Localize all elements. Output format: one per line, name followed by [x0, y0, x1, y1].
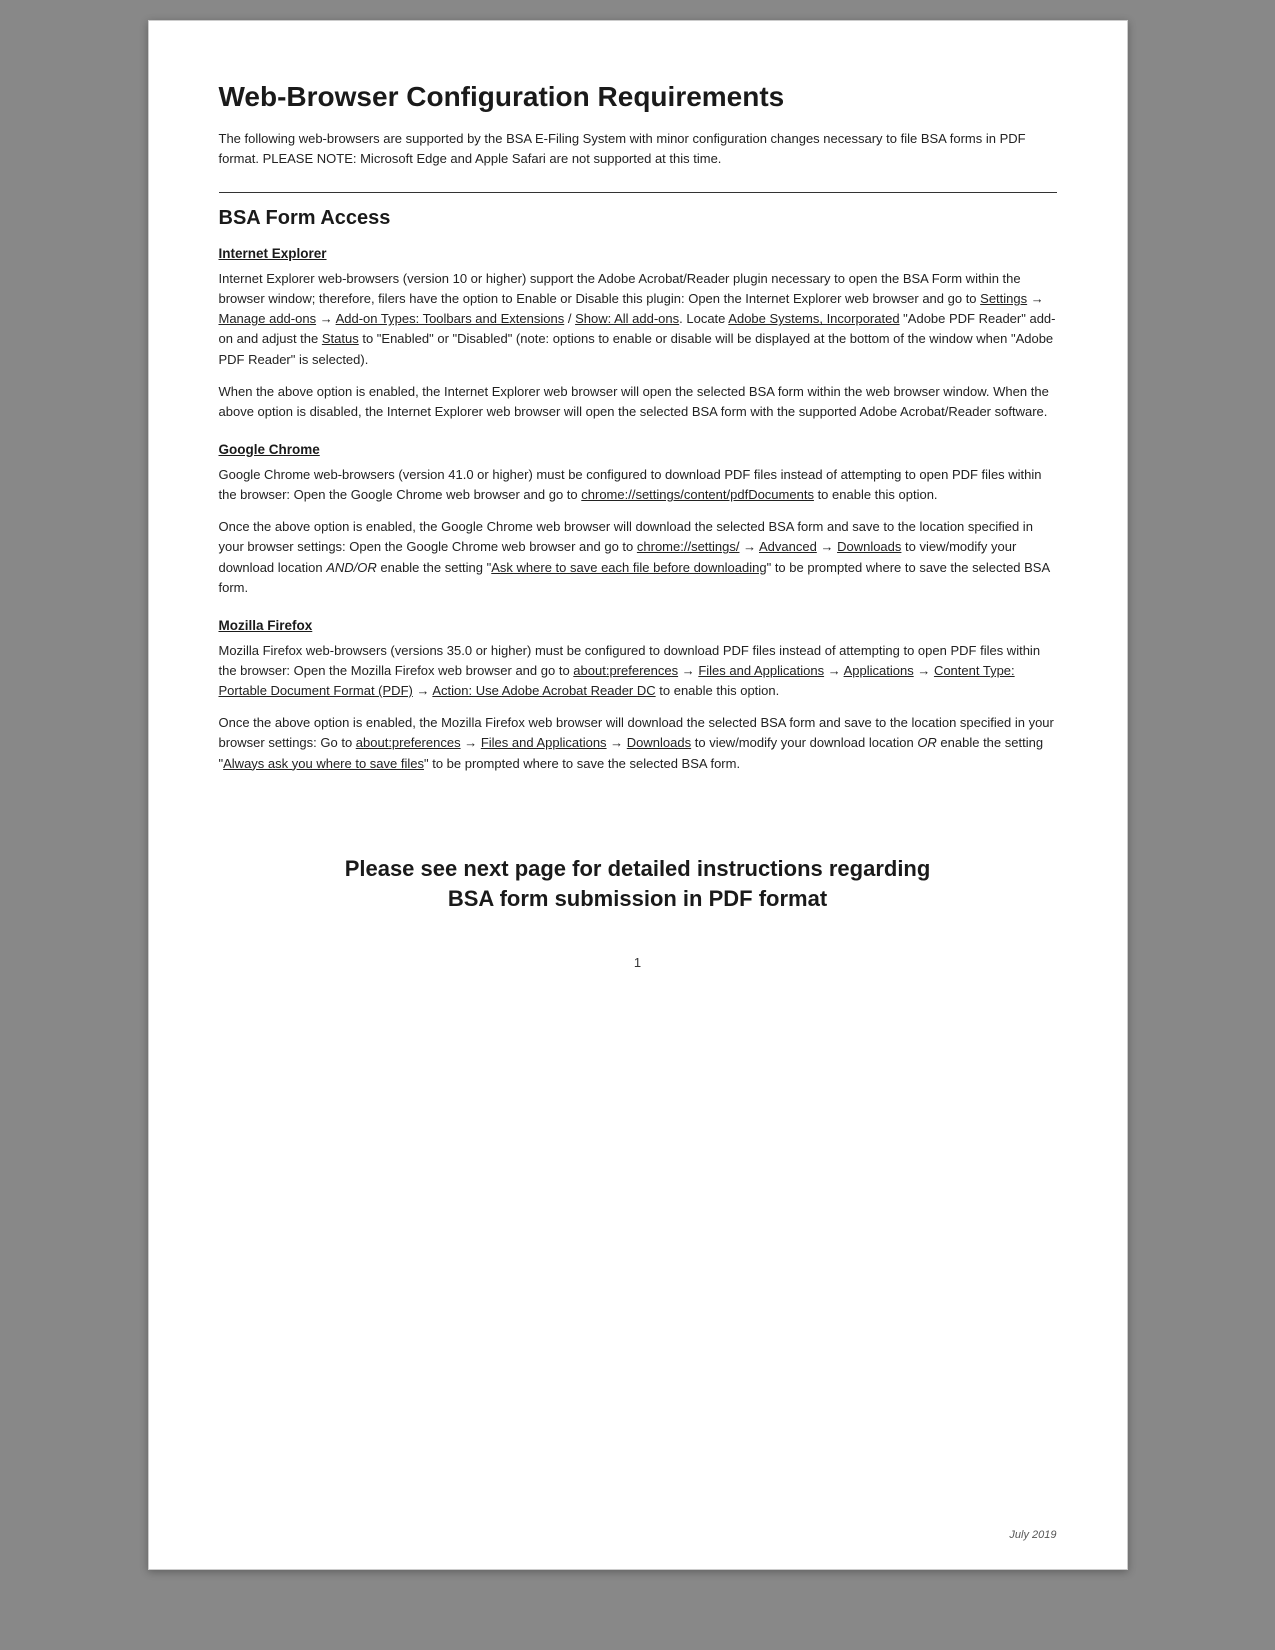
chrome-para2: Once the above option is enabled, the Go…: [219, 517, 1057, 598]
ie-show-all-link: Show: All add-ons: [575, 311, 679, 326]
chrome-advanced-link: Advanced: [759, 539, 817, 554]
bsa-form-access-heading: BSA Form Access: [219, 207, 1057, 230]
page-number: 1: [219, 955, 1057, 970]
ie-manage-addons-link: Manage add-ons: [219, 311, 317, 326]
firefox-or: OR: [917, 735, 937, 750]
chrome-para1: Google Chrome web-browsers (version 41.0…: [219, 465, 1057, 505]
mozilla-firefox-section: Mozilla Firefox Mozilla Firefox web-brow…: [219, 618, 1057, 774]
google-chrome-section: Google Chrome Google Chrome web-browsers…: [219, 442, 1057, 598]
ie-status-link: Status: [322, 331, 359, 346]
callout-box: Please see next page for detailed instru…: [219, 854, 1057, 916]
firefox-applications-link: Applications: [844, 663, 914, 678]
ie-settings-link: Settings: [980, 291, 1027, 306]
footer-date: July 2019: [1009, 1529, 1056, 1541]
callout-line1: Please see next page for detailed instru…: [219, 854, 1057, 885]
firefox-para2: Once the above option is enabled, the Mo…: [219, 713, 1057, 773]
firefox-para1: Mozilla Firefox web-browsers (versions 3…: [219, 641, 1057, 701]
document-page: Web-Browser Configuration Requirements T…: [148, 20, 1128, 1570]
intro-paragraph: The following web-browsers are supported…: [219, 129, 1057, 168]
firefox-action-link: Action: Use Adobe Acrobat Reader DC: [432, 683, 655, 698]
firefox-about-prefs-link: about:preferences: [573, 663, 678, 678]
firefox-about-prefs2-link: about:preferences: [356, 735, 461, 750]
chrome-heading: Google Chrome: [219, 442, 1057, 457]
internet-explorer-section: Internet Explorer Internet Explorer web-…: [219, 246, 1057, 422]
firefox-downloads-link: Downloads: [627, 735, 691, 750]
chrome-settings-link: chrome://settings/: [637, 539, 740, 554]
firefox-heading: Mozilla Firefox: [219, 618, 1057, 633]
chrome-pdf-docs-link: chrome://settings/content/pdfDocuments: [581, 487, 814, 502]
ie-para2: When the above option is enabled, the In…: [219, 382, 1057, 422]
chrome-downloads-link: Downloads: [837, 539, 901, 554]
firefox-always-ask-link: Always ask you where to save files: [223, 756, 424, 771]
firefox-files-apps-link: Files and Applications: [698, 663, 824, 678]
page-title: Web-Browser Configuration Requirements: [219, 81, 1057, 113]
ie-para1: Internet Explorer web-browsers (version …: [219, 269, 1057, 370]
ie-adobe-systems-link: Adobe Systems, Incorporated: [728, 311, 899, 326]
ie-addon-types-link: Add-on Types: Toolbars and Extensions: [336, 311, 565, 326]
firefox-files-apps2-link: Files and Applications: [481, 735, 607, 750]
callout-line2: BSA form submission in PDF format: [219, 884, 1057, 915]
ie-heading: Internet Explorer: [219, 246, 1057, 261]
chrome-and-or: AND/OR: [326, 560, 377, 575]
section-divider: [219, 192, 1057, 193]
chrome-ask-save-link: Ask where to save each file before downl…: [491, 560, 766, 575]
